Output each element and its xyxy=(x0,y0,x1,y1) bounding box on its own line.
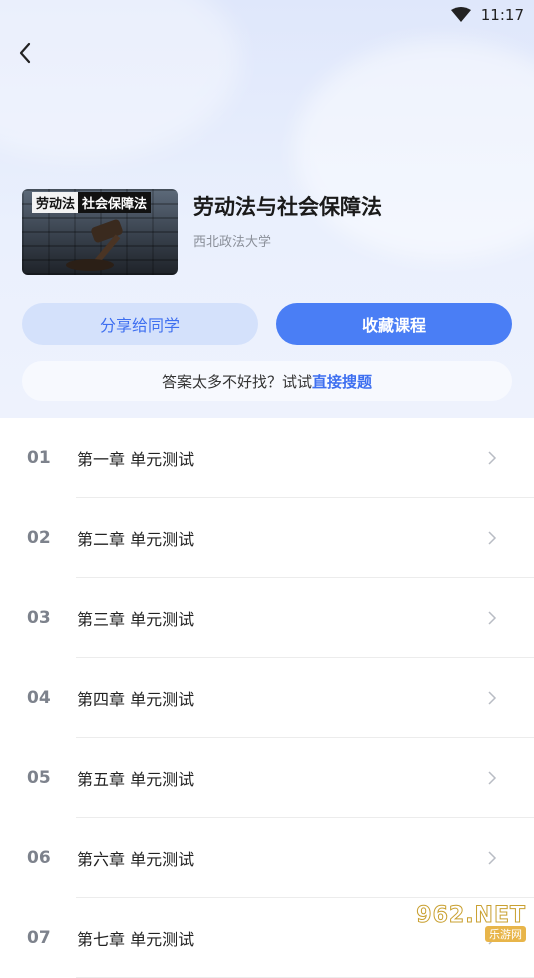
chapter-row[interactable]: 01 第一章 单元测试 xyxy=(0,418,534,498)
chapter-title: 第六章 单元测试 xyxy=(77,850,195,869)
gavel-icon xyxy=(66,219,123,271)
course-title: 劳动法与社会保障法 xyxy=(193,195,382,219)
chapter-number: 06 xyxy=(27,848,51,868)
chapter-list: 01 第一章 单元测试 02 第二章 单元测试 03 第三章 单元测试 04 第… xyxy=(0,418,534,978)
chevron-right-icon xyxy=(487,771,496,785)
chevron-right-icon xyxy=(487,531,496,545)
wifi-icon xyxy=(450,7,471,22)
chevron-right-icon xyxy=(487,611,496,625)
favorite-course-button[interactable]: 收藏课程 xyxy=(276,303,512,345)
chapter-row[interactable]: 04 第四章 单元测试 xyxy=(0,658,534,738)
chevron-right-icon xyxy=(487,691,496,705)
hint-text: 答案太多不好找？试试 xyxy=(161,372,312,391)
share-button[interactable]: 分享给同学 xyxy=(22,303,258,345)
chapter-title: 第四章 单元测试 xyxy=(77,690,195,709)
chapter-row[interactable]: 06 第六章 单元测试 xyxy=(0,818,534,898)
status-time: 11:17 xyxy=(480,6,524,24)
chapter-row[interactable]: 05 第五章 单元测试 xyxy=(0,738,534,818)
chapter-title: 第七章 单元测试 xyxy=(77,930,195,949)
chapter-row[interactable]: 02 第二章 单元测试 xyxy=(0,498,534,578)
chapter-number: 03 xyxy=(27,608,51,628)
chapter-number: 02 xyxy=(27,528,51,548)
chevron-right-icon xyxy=(487,451,496,465)
chapter-number: 01 xyxy=(27,448,51,468)
direct-search-link[interactable]: 直接搜题 xyxy=(312,371,372,392)
course-cover-image: 劳动法 社会保障法 xyxy=(22,189,178,275)
search-hint-bar: 答案太多不好找？试试 直接搜题 xyxy=(22,361,512,401)
cover-text-right: 社会保障法 xyxy=(78,192,152,213)
chapter-title: 第五章 单元测试 xyxy=(77,770,195,789)
chevron-right-icon xyxy=(487,931,496,945)
course-card: 劳动法 社会保障法 劳动法与社会保障法 西北政法大学 xyxy=(22,189,382,275)
chapter-title: 第三章 单元测试 xyxy=(77,610,195,629)
chapter-title: 第一章 单元测试 xyxy=(77,450,195,469)
chapter-number: 05 xyxy=(27,768,51,788)
chapter-number: 07 xyxy=(27,928,51,948)
chapter-title: 第二章 单元测试 xyxy=(77,530,195,549)
chapter-row[interactable]: 07 第七章 单元测试 xyxy=(0,898,534,978)
cover-text-left: 劳动法 xyxy=(32,192,80,213)
chapter-row[interactable]: 03 第三章 单元测试 xyxy=(0,578,534,658)
status-bar: 11:17 xyxy=(0,0,534,30)
back-button[interactable] xyxy=(10,38,40,68)
back-arrow-icon xyxy=(19,42,31,64)
course-school: 西北政法大学 xyxy=(193,235,272,250)
chevron-right-icon xyxy=(487,851,496,865)
chapter-number: 04 xyxy=(27,688,51,708)
